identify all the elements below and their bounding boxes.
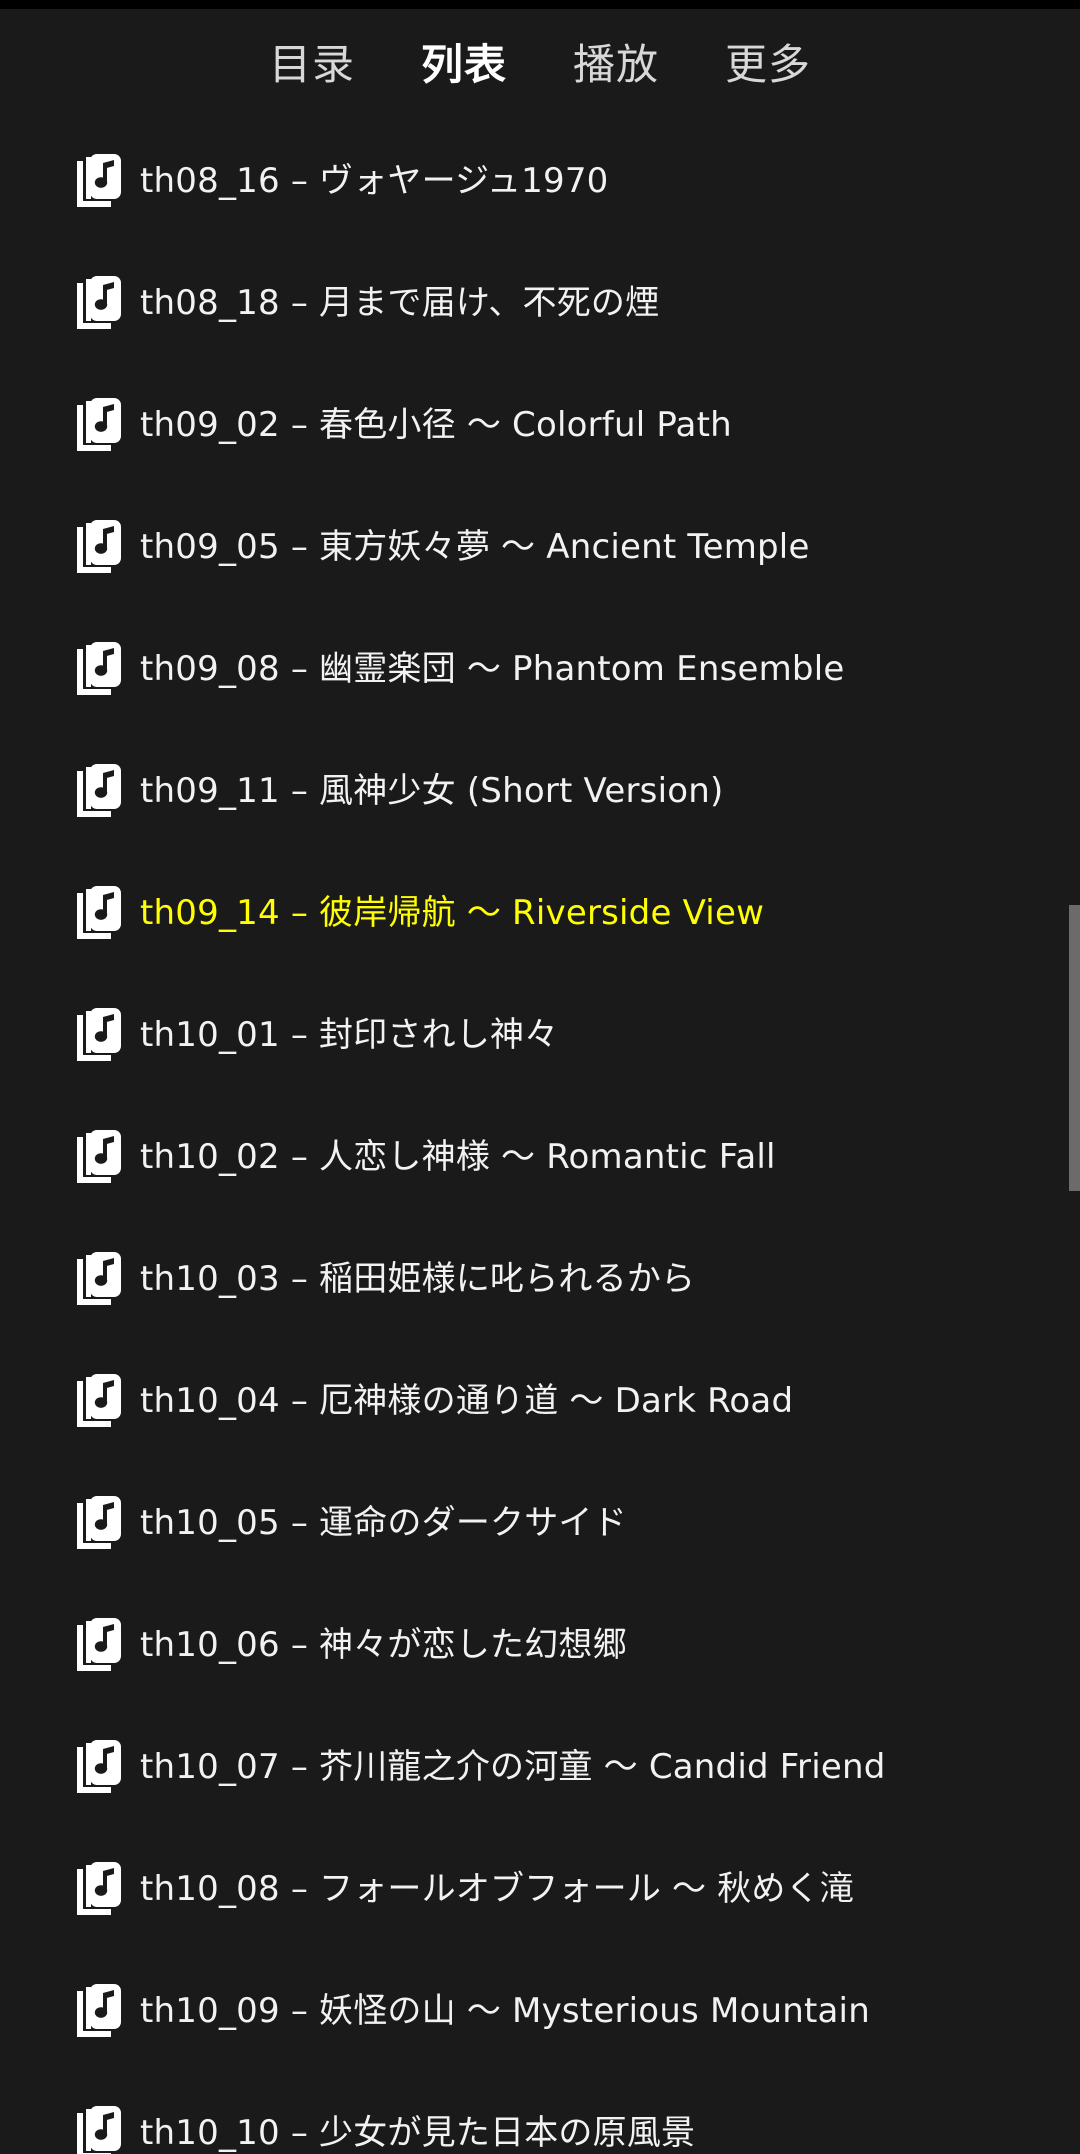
music-library-icon (73, 763, 123, 821)
music-library-icon (73, 397, 123, 455)
track-title: th10_09 – 妖怪の山 ～ Mysterious Mountain (140, 1991, 870, 2032)
music-library-icon (73, 1983, 123, 2041)
track-title: th10_01 – 封印されし神々 (140, 1015, 559, 1056)
music-library-icon (73, 519, 123, 577)
track-list[interactable]: th08_16 – ヴォヤージュ1970 th08_18 – 月まで届け、不死の煙… (0, 121, 1080, 2154)
track-list-item[interactable]: th10_03 – 稲田姫様に叱られるから (0, 1219, 1080, 1341)
track-title: th09_08 – 幽霊楽団 ～ Phantom Ensemble (140, 649, 845, 690)
track-list-item[interactable]: th10_07 – 芥川龍之介の河童 ～ Candid Friend (0, 1707, 1080, 1829)
track-list-item[interactable]: th10_01 – 封印されし神々 (0, 975, 1080, 1097)
track-list-item[interactable]: th10_05 – 運命のダークサイド (0, 1463, 1080, 1585)
music-library-icon (73, 641, 123, 699)
track-list-item[interactable]: th10_04 – 厄神様の通り道 ～ Dark Road (0, 1341, 1080, 1463)
tab-list[interactable]: 列表 (419, 38, 509, 92)
track-list-item[interactable]: th10_10 – 少女が見た日本の原風景 (0, 2073, 1080, 2154)
music-library-icon (73, 1251, 123, 1309)
vertical-scrollbar-track[interactable] (1069, 121, 1080, 2154)
track-title: th10_05 – 運命のダークサイド (140, 1503, 627, 1544)
music-library-icon (73, 1739, 123, 1797)
music-library-icon (73, 2105, 123, 2154)
track-title: th10_07 – 芥川龍之介の河童 ～ Candid Friend (140, 1747, 886, 1788)
music-library-icon (73, 1129, 123, 1187)
track-list-item[interactable]: th10_06 – 神々が恋した幻想郷 (0, 1585, 1080, 1707)
music-library-icon (73, 1495, 123, 1553)
track-title: th10_08 – フォールオブフォール ～ 秋めく滝 (140, 1869, 855, 1910)
track-title: th10_06 – 神々が恋した幻想郷 (140, 1625, 627, 1666)
music-library-icon (73, 153, 123, 211)
status-bar-strip (0, 0, 1080, 9)
track-title: th10_03 – 稲田姫様に叱られるから (140, 1259, 696, 1300)
track-list-item[interactable]: th08_18 – 月まで届け、不死の煙 (0, 243, 1080, 365)
track-list-item[interactable]: th09_08 – 幽霊楽団 ～ Phantom Ensemble (0, 609, 1080, 731)
music-player-screen: 目录 列表 播放 更多 th08_16 – ヴォヤージュ1970 th08_18 – 月… (0, 0, 1080, 2154)
track-title: th09_05 – 東方妖々夢 ～ Ancient Temple (140, 527, 810, 568)
track-list-item[interactable]: th09_14 – 彼岸帰航 ～ Riverside View (0, 853, 1080, 975)
track-title: th09_14 – 彼岸帰航 ～ Riverside View (140, 893, 765, 934)
music-library-icon (73, 1007, 123, 1065)
music-library-icon (73, 275, 123, 333)
track-list-item[interactable]: th09_02 – 春色小径 ～ Colorful Path (0, 365, 1080, 487)
track-title: th09_02 – 春色小径 ～ Colorful Path (140, 405, 732, 446)
tab-play[interactable]: 播放 (571, 38, 661, 92)
music-library-icon (73, 1617, 123, 1675)
track-list-item[interactable]: th10_02 – 人恋し神様 ～ Romantic Fall (0, 1097, 1080, 1219)
music-library-icon (73, 1861, 123, 1919)
track-title: th10_10 – 少女が見た日本の原風景 (140, 2113, 696, 2154)
music-library-icon (73, 885, 123, 943)
tab-more[interactable]: 更多 (723, 38, 813, 92)
track-title: th08_16 – ヴォヤージュ1970 (140, 161, 609, 202)
track-title: th10_02 – 人恋し神様 ～ Romantic Fall (140, 1137, 776, 1178)
track-title: th08_18 – 月まで届け、不死の煙 (140, 283, 660, 324)
track-list-item[interactable]: th09_05 – 東方妖々夢 ～ Ancient Temple (0, 487, 1080, 609)
track-title: th10_04 – 厄神様の通り道 ～ Dark Road (140, 1381, 794, 1422)
track-list-item[interactable]: th10_09 – 妖怪の山 ～ Mysterious Mountain (0, 1951, 1080, 2073)
track-title: th09_11 – 風神少女 (Short Version) (140, 771, 724, 812)
tab-bar: 目录 列表 播放 更多 (0, 9, 1080, 121)
tab-catalog[interactable]: 目录 (267, 38, 357, 92)
track-list-item[interactable]: th10_08 – フォールオブフォール ～ 秋めく滝 (0, 1829, 1080, 1951)
vertical-scrollbar-thumb[interactable] (1069, 905, 1080, 1191)
track-list-item[interactable]: th08_16 – ヴォヤージュ1970 (0, 121, 1080, 243)
track-list-item[interactable]: th09_11 – 風神少女 (Short Version) (0, 731, 1080, 853)
music-library-icon (73, 1373, 123, 1431)
